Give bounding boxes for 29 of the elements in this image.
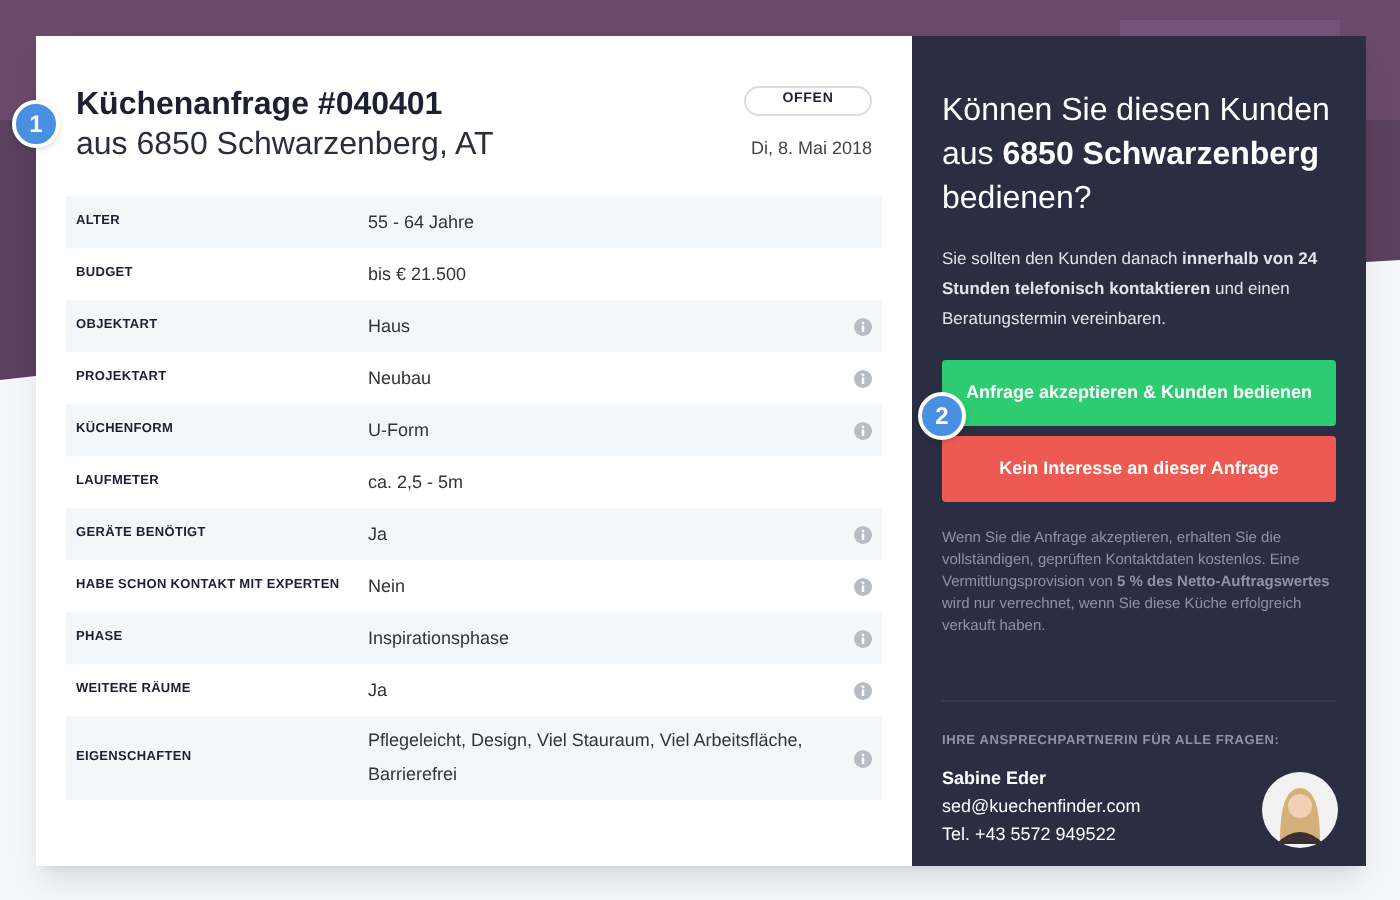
detail-value: bis € 21.500 (368, 261, 469, 287)
offer-instruction: Sie sollten den Kunden danach innerhalb von 24 Stunden telefonisch kontaktieren und einen Beratungstermin vereinbaren. (942, 246, 1320, 332)
detail-value: ca. 2,5 - 5m (368, 469, 466, 495)
detail-value: Nein (368, 573, 408, 599)
offer-question: Können Sie diesen Kunden aus 6850 Schwarzenberg bedienen? (942, 92, 1332, 220)
detail-value: Haus (368, 313, 413, 339)
detail-value: 55 - 64 Jahre (368, 209, 477, 235)
contact-name: Sabine Eder (942, 765, 1049, 792)
info-icon[interactable] (854, 749, 872, 767)
info-icon[interactable] (854, 421, 872, 439)
info-icon[interactable] (854, 577, 872, 595)
detail-value: Ja (368, 521, 390, 547)
info-icon[interactable] (854, 317, 872, 335)
request-date: Di, 8. Mai 2018 (750, 135, 872, 161)
request-location: aus 6850 Schwarzenberg, AT (76, 126, 494, 166)
detail-value: Ja (368, 677, 390, 703)
detail-value: Neubau (368, 365, 434, 391)
avatar (1262, 771, 1338, 848)
info-icon[interactable] (854, 629, 872, 647)
contact-email: sed@kuechenfinder.com (942, 793, 1141, 820)
detail-value: U-Form (368, 417, 431, 443)
detail-value: Inspirationsphase (368, 625, 512, 652)
detail-value: Pflegeleicht, Design, Viel Stauraum, Viel Arbeitsfläche, Barrierefrei (368, 728, 805, 788)
info-icon[interactable] (854, 525, 872, 543)
request-title: Küchenanfrage #040401 (76, 86, 445, 126)
info-icon[interactable] (854, 369, 872, 387)
contact-phone: Tel. +43 5572 949522 (942, 821, 1118, 848)
info-icon[interactable] (854, 681, 872, 699)
decline-button[interactable]: Kein Interesse an dieser Anfrage (942, 436, 1336, 502)
